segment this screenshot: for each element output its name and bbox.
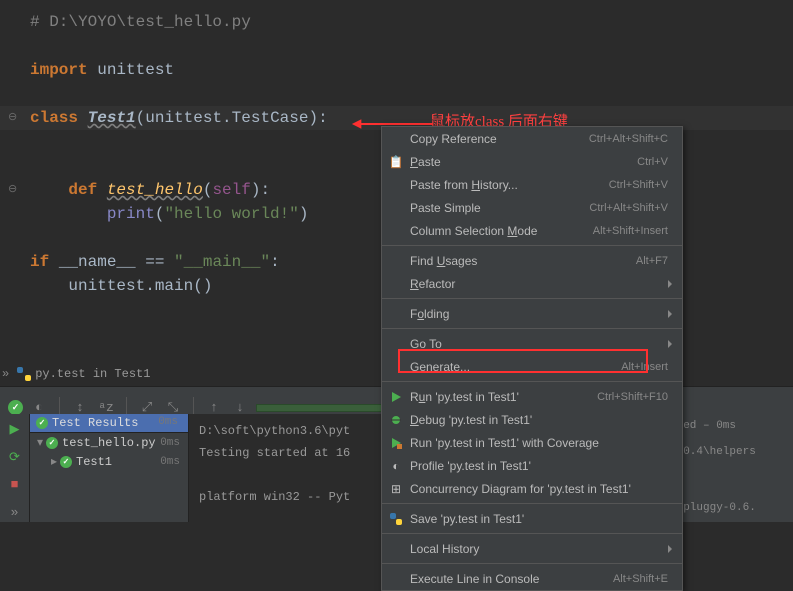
menu-column-selection[interactable]: Column Selection ModeAlt+Shift+Insert — [382, 219, 682, 242]
fold-icon[interactable]: ⊖ — [8, 106, 17, 130]
menu-separator — [382, 503, 682, 504]
menu-run-pytest[interactable]: Run 'py.test in Test1'Ctrl+Shift+F10 — [382, 385, 682, 408]
menu-separator — [382, 533, 682, 534]
class-name: Test1 — [88, 109, 136, 127]
paste-icon: 📋 — [388, 154, 404, 170]
tree-class-node[interactable]: ▸✓Test10ms — [30, 452, 188, 471]
fold-icon[interactable]: ⊖ — [8, 178, 17, 202]
menu-paste-history[interactable]: Paste from History...Ctrl+Shift+V — [382, 173, 682, 196]
pin-icon[interactable]: » — [5, 503, 25, 523]
menu-generate[interactable]: Generate...Alt+Insert — [382, 355, 682, 378]
python-icon — [17, 367, 31, 381]
run-side-toolbar: ▶ ⟳ ■ » — [0, 414, 30, 522]
menu-paste-simple[interactable]: Paste SimpleCtrl+Alt+Shift+V — [382, 196, 682, 219]
chevron-right-icon: » — [2, 367, 9, 381]
profile-icon: ◐ — [388, 458, 404, 474]
test-tree: ✓Test Results0ms ▾✓test_hello.py0ms ▸✓Te… — [30, 414, 188, 522]
menu-goto[interactable]: Go To — [382, 332, 682, 355]
kw-import: import — [30, 61, 88, 79]
menu-separator — [382, 328, 682, 329]
collapse-icon[interactable]: ▾ — [34, 435, 46, 450]
menu-local-history[interactable]: Local History — [382, 537, 682, 560]
menu-paste[interactable]: 📋PasteCtrl+V — [382, 150, 682, 173]
submenu-arrow-icon — [668, 545, 672, 553]
rerun-failed-icon[interactable]: ⟳ — [5, 448, 25, 468]
submenu-arrow-icon — [668, 280, 672, 288]
menu-copy-reference[interactable]: Copy ReferenceCtrl+Alt+Shift+C — [382, 127, 682, 150]
menu-separator — [382, 563, 682, 564]
run-icon — [388, 389, 404, 405]
run-tab[interactable]: » py.test in Test1 — [0, 364, 150, 384]
menu-run-coverage[interactable]: Run 'py.test in Test1' with Coverage — [382, 431, 682, 454]
method-name: test_hello — [107, 181, 203, 199]
menu-save-config[interactable]: Save 'py.test in Test1' — [382, 507, 682, 530]
menu-concurrency[interactable]: ⊞Concurrency Diagram for 'py.test in Tes… — [382, 477, 682, 500]
comment-line: # D:\YOYO\test_hello.py — [30, 13, 251, 31]
context-menu: Copy ReferenceCtrl+Alt+Shift+C 📋PasteCtr… — [381, 126, 683, 591]
run-tab-title: py.test in Test1 — [35, 367, 150, 381]
tree-header[interactable]: ✓Test Results0ms — [30, 414, 188, 433]
stop-icon[interactable]: ■ — [5, 475, 25, 495]
menu-execute-line[interactable]: Execute Line in ConsoleAlt+Shift+E — [382, 567, 682, 590]
menu-profile[interactable]: ◐Profile 'py.test in Test1' — [382, 454, 682, 477]
menu-separator — [382, 245, 682, 246]
menu-find-usages[interactable]: Find UsagesAlt+F7 — [382, 249, 682, 272]
debug-icon — [388, 412, 404, 428]
submenu-arrow-icon — [668, 310, 672, 318]
submenu-arrow-icon — [668, 340, 672, 348]
tree-file-node[interactable]: ▾✓test_hello.py0ms — [30, 433, 188, 452]
python-icon — [388, 511, 404, 527]
expand-icon[interactable]: ▸ — [48, 454, 60, 469]
rerun-icon[interactable]: ▶ — [5, 420, 25, 440]
menu-debug-pytest[interactable]: Debug 'py.test in Test1' — [382, 408, 682, 431]
menu-folding[interactable]: Folding — [382, 302, 682, 325]
menu-refactor[interactable]: Refactor — [382, 272, 682, 295]
menu-separator — [382, 381, 682, 382]
status-ok-icon: ✓ — [8, 400, 23, 415]
menu-separator — [382, 298, 682, 299]
coverage-icon — [388, 435, 404, 451]
concurrency-icon: ⊞ — [388, 481, 404, 497]
